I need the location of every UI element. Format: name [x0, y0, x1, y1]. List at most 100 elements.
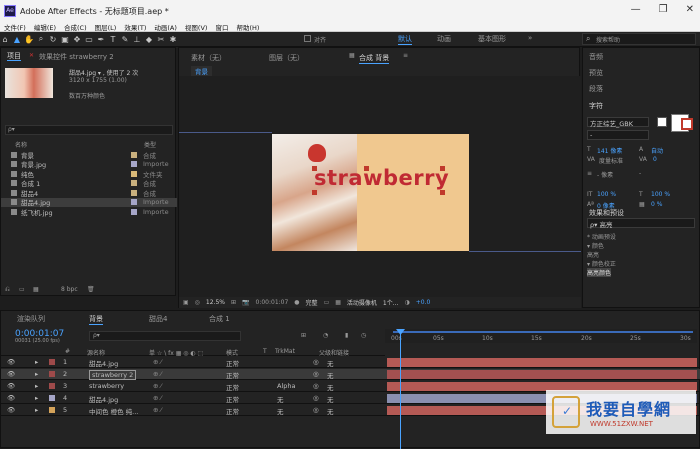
effects-search-input[interactable]: ρ▾ 高亮 [587, 218, 695, 229]
tsume-value[interactable]: 0 % [651, 201, 662, 208]
region-of-interest-icon[interactable]: ▭ [324, 299, 330, 306]
frame-blend-icon[interactable]: ▮ [345, 332, 348, 339]
menu-edit[interactable]: 编辑(E) [34, 22, 56, 32]
visibility-eye-icon[interactable]: 👁 [7, 382, 15, 390]
visibility-eye-icon[interactable]: 👁 [7, 370, 15, 378]
visibility-eye-icon[interactable]: 👁 [7, 394, 15, 402]
col-mode[interactable]: 模式 [226, 348, 238, 357]
exposure-icon[interactable]: ◑ [404, 299, 409, 306]
layer-trkmat[interactable]: 无 [277, 394, 284, 404]
effects-item[interactable]: 高亮 [587, 250, 599, 259]
fill-color-swatch[interactable] [657, 117, 667, 127]
timeline-search-input[interactable]: ρ▾ [93, 332, 100, 339]
eraser-tool-icon[interactable]: ◆ [144, 35, 154, 44]
lock-icon[interactable]: ▸ [35, 370, 38, 378]
layer-label-swatch[interactable] [49, 395, 55, 401]
zoom-select[interactable]: 12.5% [206, 299, 225, 306]
layer-trkmat[interactable]: 无 [277, 406, 284, 416]
type-tool-icon[interactable]: T [108, 35, 118, 44]
tab-render-queue[interactable]: 渲染队列 [17, 314, 45, 324]
puppet-tool-icon[interactable]: ✱ [168, 35, 178, 44]
layer-row[interactable]: 👁 ▸ 2 strawberry 2 ⊕ ⁄ 正常 ◎ 无 [1, 369, 700, 380]
layer-row[interactable]: 👁 ▸ 1 甜品4.jpg ⊕ ⁄ 正常 ◎ 无 [1, 357, 700, 368]
snapshot-icon[interactable]: 📷 [242, 299, 249, 306]
menu-animation[interactable]: 动画(A) [154, 22, 177, 32]
channel-icon[interactable]: ● [294, 299, 299, 306]
tab-project[interactable]: 项目 [7, 52, 21, 61]
layer-mode[interactable]: 正常 [226, 394, 239, 404]
time-ruler[interactable]: 00s 05s 10s 15s 20s 25s 30s [385, 329, 697, 343]
pickwhip-icon[interactable]: ◎ [313, 394, 319, 402]
lock-icon[interactable]: ▸ [35, 406, 38, 414]
preview-panel-tab[interactable]: 预览 [589, 68, 603, 78]
new-comp-icon[interactable]: ▦ [33, 286, 39, 293]
layer-name[interactable]: 甜品4.jpg [89, 358, 118, 368]
new-folder-icon[interactable]: ▭ [19, 286, 25, 293]
visibility-eye-icon[interactable]: 👁 [7, 358, 15, 366]
tab-effect-controls[interactable]: 效果控件 strawberry 2 [39, 52, 114, 62]
project-item[interactable]: 纸飞机.jpg Importe [1, 207, 177, 217]
align-checkbox[interactable] [304, 35, 311, 42]
paragraph-panel-tab[interactable]: 段落 [589, 84, 603, 94]
layer-name[interactable]: strawberry 2 [89, 370, 137, 380]
lock-icon[interactable]: ▸ [35, 382, 38, 390]
clone-tool-icon[interactable]: ⊥ [132, 35, 142, 44]
timecode-display[interactable]: 0:00:01:07 [256, 299, 289, 306]
pickwhip-icon[interactable]: ◎ [313, 370, 319, 378]
layer-name[interactable]: 甜品4.jpg [89, 394, 118, 404]
hand-tool-icon[interactable]: ✋ [24, 35, 34, 44]
label-color-swatch[interactable] [131, 151, 137, 158]
home-icon[interactable]: ⌂ [0, 35, 10, 44]
layer-label-swatch[interactable] [49, 371, 55, 377]
tab-timeline-background[interactable]: 背景 [89, 314, 103, 325]
maximize-button[interactable]: ❐ [659, 4, 668, 15]
menu-layer[interactable]: 图层(L) [95, 22, 117, 32]
label-color-swatch[interactable] [131, 208, 137, 215]
layer-parent[interactable]: 无 [327, 370, 334, 380]
interpret-footage-icon[interactable]: ⎌ [5, 286, 10, 294]
exposure-value[interactable]: +0.0 [416, 299, 431, 306]
tab-layer[interactable]: 图层（无） [269, 53, 304, 63]
project-search-input[interactable]: ρ▾ [8, 126, 15, 133]
col-parent[interactable]: 父级和链接 [319, 348, 349, 357]
mask-visibility-icon[interactable]: ◎ [195, 299, 200, 306]
tracking-value[interactable]: 0 [653, 156, 657, 163]
font-family-select[interactable]: 方正综艺_GBK [587, 117, 649, 128]
color-picker-icon[interactable] [681, 118, 693, 130]
viewer-area[interactable]: strawberry [179, 76, 581, 297]
layer-parent[interactable]: 无 [327, 382, 334, 392]
project-item[interactable]: 合成 1 合成 [1, 179, 177, 188]
layer-label-swatch[interactable] [49, 383, 55, 389]
tab-footage[interactable]: 素材（无） [191, 53, 226, 63]
stroke-width-value[interactable]: - 像素 [597, 170, 613, 179]
lock-icon[interactable]: ▸ [35, 358, 38, 366]
project-item[interactable]: 甜品4.jpg Importe [1, 197, 177, 207]
panel-menu-icon[interactable]: ≡ [403, 52, 408, 59]
layer-name[interactable]: strawberry [89, 382, 124, 390]
project-item[interactable]: 背景 合成 [1, 150, 177, 160]
effects-item-selected[interactable]: 高亮颜色 [587, 268, 612, 277]
close-tab-icon[interactable]: ✕ [29, 52, 34, 59]
layer-switches[interactable]: ⊕ ⁄ [153, 394, 162, 402]
pickwhip-icon[interactable]: ◎ [313, 406, 319, 414]
pan-behind-tool-icon[interactable]: ✥ [72, 35, 82, 44]
menu-effect[interactable]: 效果(T) [124, 22, 146, 32]
camera-select[interactable]: 活动摄像机 [347, 298, 377, 307]
layer-switches[interactable]: ⊕ ⁄ [153, 370, 162, 378]
breadcrumb[interactable]: 背景 [191, 66, 212, 76]
minimize-button[interactable]: — [631, 4, 641, 15]
kerning-value[interactable]: 度量标准 [599, 156, 623, 165]
layer-parent[interactable]: 无 [327, 394, 334, 404]
label-color-swatch[interactable] [131, 189, 137, 196]
close-button[interactable]: ✕ [686, 4, 694, 15]
playhead[interactable] [400, 329, 401, 449]
pickwhip-icon[interactable]: ◎ [313, 358, 319, 366]
effects-item[interactable]: * 动画预设 [587, 232, 616, 241]
help-search-input[interactable]: 搜索帮助 [596, 35, 620, 44]
layer-trkmat[interactable]: Alpha [277, 382, 295, 390]
effects-item[interactable]: ▾ 颜色 [587, 241, 604, 250]
layer-name[interactable]: 中间色 橙色 纯... [89, 406, 138, 416]
mask-tool-icon[interactable]: ▭ [84, 35, 94, 44]
workspace-more-icon[interactable]: » [528, 34, 532, 42]
graph-editor-icon[interactable]: ◷ [361, 332, 366, 339]
